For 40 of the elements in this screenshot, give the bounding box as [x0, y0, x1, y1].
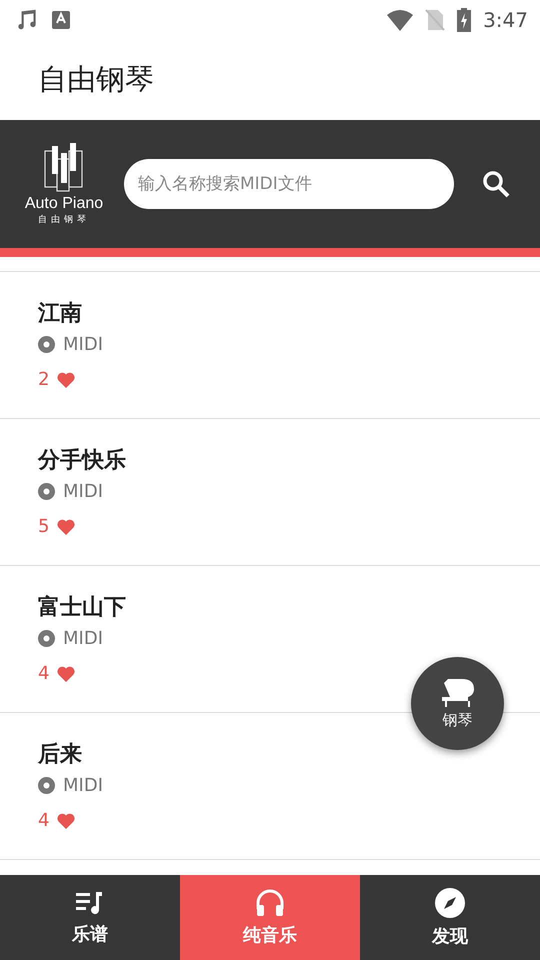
heart-icon[interactable] [57, 518, 76, 534]
headphones-icon [255, 888, 285, 916]
wifi-icon [387, 9, 414, 31]
app-title: 自由钢琴 [38, 61, 154, 98]
nav-tab[interactable]: 纯音乐 [180, 875, 360, 960]
disc-icon [38, 336, 55, 353]
like-count: 5 [38, 516, 50, 537]
no-sim-icon [425, 9, 446, 31]
logo-subtext: 自由钢琴 [38, 214, 90, 226]
file-type: MIDI [63, 334, 104, 355]
heart-icon[interactable] [57, 666, 76, 682]
song-title: 后来 [38, 741, 83, 769]
song-title: 富士山下 [38, 594, 127, 622]
file-type: MIDI [63, 628, 104, 649]
logo-text: Auto Piano [24, 194, 104, 212]
file-type: MIDI [63, 775, 104, 796]
nav-tab[interactable]: 发现 [360, 875, 540, 960]
file-type: MIDI [63, 481, 104, 502]
disc-icon [38, 483, 55, 500]
battery-charging-icon [457, 8, 472, 32]
song-item[interactable]: 分手快乐 MIDI 5 [0, 419, 540, 566]
like-count: 2 [38, 369, 50, 390]
disc-icon [38, 777, 55, 794]
disc-icon [38, 630, 55, 647]
compass-icon [435, 888, 465, 918]
like-count: 4 [38, 663, 50, 684]
song-item[interactable]: 江南 MIDI 2 [0, 272, 540, 419]
like-count: 4 [38, 810, 50, 831]
search-field[interactable]: 输入名称搜索MIDI文件 [124, 159, 454, 209]
keyboard-icon [52, 11, 70, 29]
piano-button[interactable]: 钢琴 [411, 657, 504, 750]
grand-piano-icon [440, 677, 476, 709]
music-list-icon [76, 890, 104, 916]
heart-icon[interactable] [57, 372, 76, 388]
heart-icon[interactable] [57, 812, 76, 828]
search-icon[interactable] [482, 170, 510, 198]
clock-time: 3:47 [483, 8, 528, 32]
song-title: 分手快乐 [38, 447, 127, 475]
song-title: 江南 [38, 300, 83, 328]
nav-tab[interactable]: 乐谱 [0, 875, 180, 960]
